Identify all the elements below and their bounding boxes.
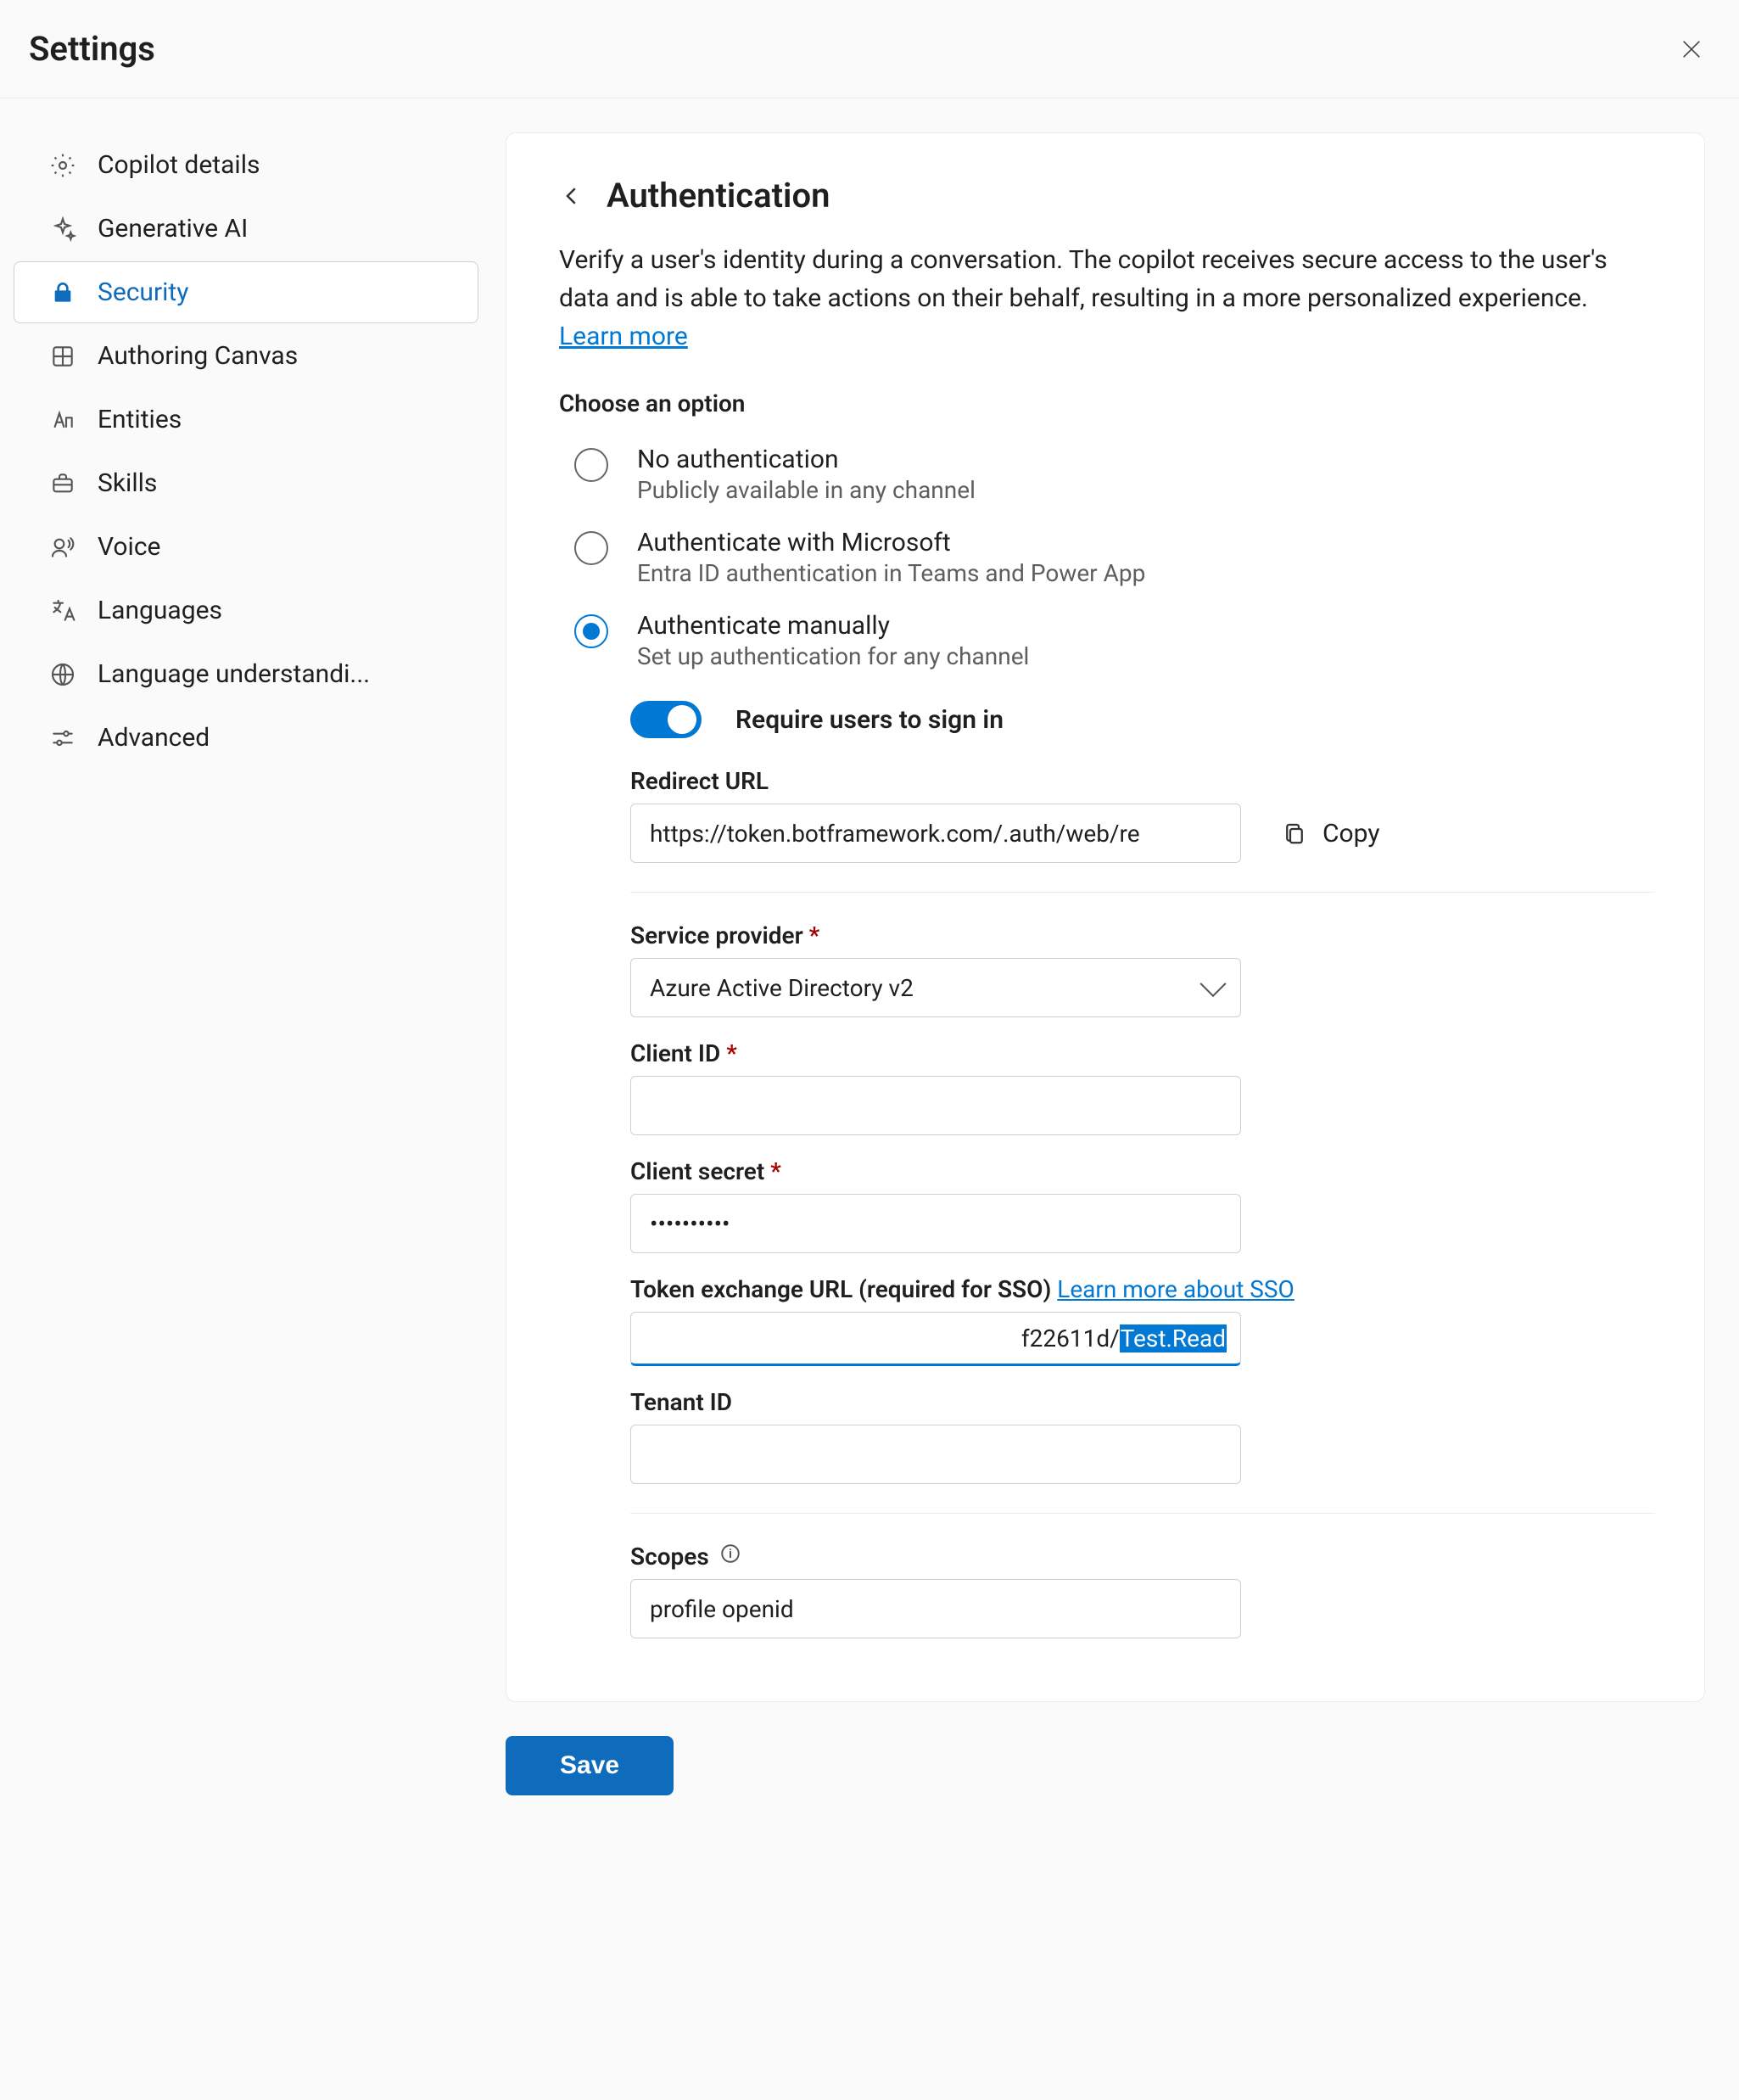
back-button[interactable] — [559, 183, 584, 209]
client-id-field: Client ID * — [630, 1039, 1655, 1135]
redirect-url-label: Redirect URL — [630, 767, 1655, 795]
sidebar-item-security[interactable]: Security — [14, 261, 478, 323]
body: Copilot details Generative AI Security A… — [0, 98, 1739, 1829]
option-subtitle: Publicly available in any channel — [637, 476, 976, 504]
grid-icon — [48, 342, 77, 371]
info-icon[interactable] — [719, 1543, 741, 1571]
option-title: Authenticate manually — [637, 611, 1029, 641]
client-secret-input[interactable] — [630, 1194, 1241, 1253]
sidebar-item-language-understanding[interactable]: Language understandi... — [14, 643, 478, 705]
learn-more-link[interactable]: Learn more — [559, 322, 688, 351]
redirect-url-field: Redirect URL Copy — [630, 767, 1655, 863]
scopes-field: Scopes — [630, 1543, 1655, 1638]
redirect-url-input[interactable] — [630, 804, 1241, 863]
globe-icon — [48, 660, 77, 689]
divider — [630, 892, 1655, 893]
sparkle-icon — [48, 215, 77, 244]
sidebar-item-generative-ai[interactable]: Generative AI — [14, 198, 478, 260]
required-indicator: * — [726, 1039, 737, 1067]
service-provider-field: Service provider * — [630, 921, 1655, 1017]
token-exchange-field: Token exchange URL (required for SSO) Le… — [630, 1275, 1655, 1366]
option-subtitle: Set up authentication for any channel — [637, 642, 1029, 670]
require-signin-row: Require users to sign in — [630, 701, 1655, 738]
chevron-left-icon — [559, 183, 584, 209]
scopes-input[interactable] — [630, 1579, 1241, 1638]
token-exchange-label: Token exchange URL (required for SSO) — [630, 1275, 1057, 1303]
sidebar-item-label: Generative AI — [98, 214, 248, 244]
divider — [630, 1513, 1655, 1514]
auth-options: No authentication Publicly available in … — [574, 433, 1655, 682]
option-no-authentication[interactable]: No authentication Publicly available in … — [574, 433, 1655, 516]
service-provider-select[interactable] — [630, 958, 1241, 1017]
tenant-id-input[interactable] — [630, 1425, 1241, 1484]
required-indicator: * — [770, 1157, 781, 1185]
copy-icon — [1282, 820, 1307, 846]
page-header: Settings — [0, 0, 1739, 98]
gear-icon — [48, 151, 77, 180]
required-indicator: * — [809, 921, 820, 949]
manual-settings: Require users to sign in Redirect URL Co… — [630, 701, 1655, 1638]
briefcase-icon — [48, 469, 77, 498]
panel-header: Authentication — [559, 176, 1655, 216]
client-id-input[interactable] — [630, 1076, 1241, 1135]
sidebar-item-label: Authoring Canvas — [98, 341, 298, 371]
radio-button[interactable] — [574, 448, 608, 482]
sidebar-item-label: Voice — [98, 532, 160, 562]
tenant-id-label: Tenant ID — [630, 1388, 1655, 1416]
save-button[interactable]: Save — [506, 1736, 674, 1795]
token-exchange-input[interactable]: f22611d/Test.Read — [630, 1312, 1241, 1366]
sidebar-item-label: Advanced — [98, 723, 210, 753]
panel-title: Authentication — [607, 176, 830, 216]
option-authenticate-manually[interactable]: Authenticate manually Set up authenticat… — [574, 599, 1655, 682]
require-signin-toggle[interactable] — [630, 701, 702, 738]
sidebar-item-advanced[interactable]: Advanced — [14, 707, 478, 769]
authentication-panel: Authentication Verify a user's identity … — [506, 132, 1705, 1702]
sidebar-item-label: Copilot details — [98, 150, 260, 180]
text-icon — [48, 406, 77, 434]
choose-option-label: Choose an option — [559, 389, 1655, 417]
sidebar-item-label: Language understandi... — [98, 659, 370, 689]
page-title: Settings — [29, 29, 155, 69]
sidebar-item-label: Skills — [98, 468, 157, 498]
client-secret-field: Client secret * — [630, 1157, 1655, 1253]
sidebar-item-label: Languages — [98, 596, 222, 625]
sidebar-item-label: Entities — [98, 405, 182, 434]
option-title: Authenticate with Microsoft — [637, 528, 1145, 557]
close-button[interactable] — [1675, 32, 1708, 66]
voice-icon — [48, 533, 77, 562]
sidebar-item-skills[interactable]: Skills — [14, 452, 478, 514]
service-provider-label: Service provider — [630, 921, 803, 949]
copy-label: Copy — [1322, 819, 1380, 848]
sidebar-item-copilot-details[interactable]: Copilot details — [14, 134, 478, 196]
client-id-label: Client ID — [630, 1039, 720, 1067]
option-title: No authentication — [637, 445, 976, 474]
radio-button[interactable] — [574, 531, 608, 565]
footer-actions: Save — [506, 1736, 1705, 1795]
panel-description: Verify a user's identity during a conver… — [559, 241, 1655, 356]
option-authenticate-microsoft[interactable]: Authenticate with Microsoft Entra ID aut… — [574, 516, 1655, 599]
translate-icon — [48, 596, 77, 625]
sidebar-item-voice[interactable]: Voice — [14, 516, 478, 578]
tenant-id-field: Tenant ID — [630, 1388, 1655, 1484]
require-signin-label: Require users to sign in — [735, 705, 1004, 735]
option-subtitle: Entra ID authentication in Teams and Pow… — [637, 559, 1145, 587]
sidebar-item-languages[interactable]: Languages — [14, 580, 478, 641]
token-exchange-value-prefix: f22611d/ — [1021, 1324, 1120, 1352]
main-column: Authentication Verify a user's identity … — [506, 132, 1705, 1795]
lock-icon — [48, 278, 77, 307]
sliders-icon — [48, 724, 77, 753]
client-secret-label: Client secret — [630, 1157, 764, 1185]
sidebar: Copilot details Generative AI Security A… — [14, 132, 489, 770]
token-exchange-value-selection: Test.Read — [1120, 1324, 1227, 1352]
radio-button[interactable] — [574, 614, 608, 648]
close-icon — [1678, 36, 1705, 63]
sidebar-item-authoring-canvas[interactable]: Authoring Canvas — [14, 325, 478, 387]
sidebar-item-label: Security — [98, 277, 188, 307]
copy-button[interactable]: Copy — [1282, 819, 1380, 848]
panel-description-text: Verify a user's identity during a conver… — [559, 245, 1608, 313]
scopes-label: Scopes — [630, 1543, 709, 1571]
sso-learn-more-link[interactable]: Learn more about SSO — [1057, 1275, 1294, 1303]
sidebar-item-entities[interactable]: Entities — [14, 389, 478, 451]
